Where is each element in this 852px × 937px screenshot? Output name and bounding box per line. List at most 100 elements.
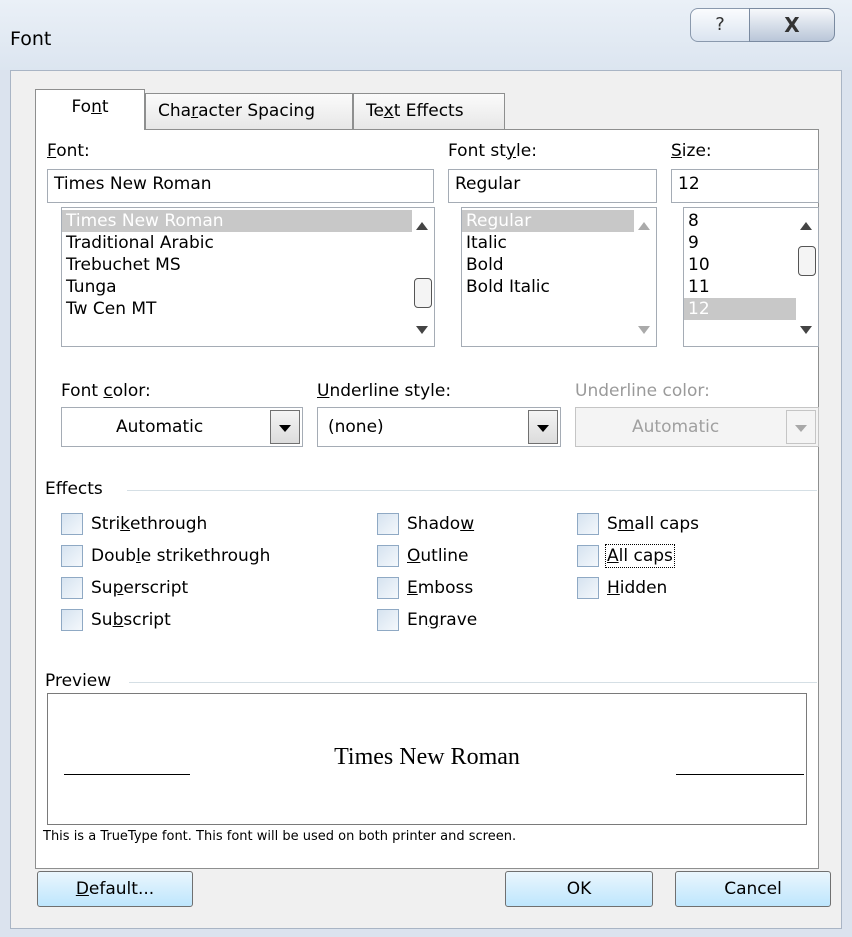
shadow-checkbox[interactable]: Shado w xyxy=(377,513,474,535)
font-color-dropdown-button[interactable] xyxy=(270,410,300,444)
checkbox-box[interactable] xyxy=(377,577,399,599)
font-style-label-a: Font st xyxy=(448,141,506,161)
checkbox-box[interactable] xyxy=(61,545,83,567)
font-list-item[interactable]: Times New Roman xyxy=(62,210,412,232)
superscript-checkbox[interactable]: Su p erscript xyxy=(61,577,188,599)
subscript-checkbox[interactable]: Su b script xyxy=(61,609,171,631)
size-input[interactable]: 12 xyxy=(671,169,819,203)
default-button-rest: efault... xyxy=(88,879,155,899)
close-button[interactable]: X xyxy=(749,8,835,42)
tab-text-effects[interactable]: Text Effects xyxy=(353,93,505,129)
font-style-list-item[interactable]: Bold Italic xyxy=(462,276,656,298)
checkbox-box[interactable] xyxy=(61,513,83,535)
font-input[interactable]: Times New Roman xyxy=(47,169,434,203)
font-info-note: This is a TrueType font. This font will … xyxy=(43,829,517,844)
checkbox-label-key: A xyxy=(607,546,619,566)
underline-style-select[interactable]: (none) xyxy=(317,407,561,447)
preview-line-right xyxy=(676,774,804,775)
ok-button[interactable]: OK xyxy=(505,871,653,907)
help-button[interactable]: ? xyxy=(690,8,750,42)
preview-box: Times New Roman xyxy=(47,693,807,825)
outline-checkbox[interactable]: Outline xyxy=(377,545,469,567)
tab-effects-label-a: Te xyxy=(366,101,384,121)
checkbox-box[interactable] xyxy=(61,609,83,631)
checkbox-label-key: E xyxy=(407,578,418,598)
checkbox-label-a: S xyxy=(607,514,618,534)
underline-style-label-rest: nderline style: xyxy=(329,381,452,401)
underline-color-select: Automatic xyxy=(575,407,819,447)
font-label: Font: xyxy=(47,141,90,161)
font-list-scrollbar[interactable] xyxy=(412,208,434,346)
checkbox-box[interactable] xyxy=(377,609,399,631)
checkbox-box[interactable] xyxy=(577,577,599,599)
tab-character-spacing[interactable]: Character Spacing xyxy=(145,93,353,129)
chevron-down-icon xyxy=(795,425,807,432)
checkbox-box[interactable] xyxy=(577,545,599,567)
font-style-list-item[interactable]: Bold xyxy=(462,254,656,276)
checkbox-label-a: Shado xyxy=(407,514,461,534)
default-button[interactable]: Default... xyxy=(37,871,193,907)
tab-effects-label-b: t Effects xyxy=(393,101,464,121)
scroll-up-icon[interactable] xyxy=(416,222,428,230)
all-caps-checkbox[interactable]: All caps xyxy=(577,544,675,568)
font-style-input[interactable]: Regular xyxy=(448,169,657,203)
underline-style-value: (none) xyxy=(328,417,384,437)
preview-text: Times New Roman xyxy=(334,744,520,770)
checkbox-box[interactable] xyxy=(577,513,599,535)
font-style-list[interactable]: Regular Italic Bold Bold Italic xyxy=(461,207,657,347)
checkbox-label-key: p xyxy=(112,578,124,598)
scroll-up-icon[interactable] xyxy=(638,222,650,230)
size-list-item[interactable]: 12 xyxy=(684,298,796,320)
font-list-item[interactable]: Tw Cen MT xyxy=(62,298,434,320)
font-list-item[interactable]: Traditional Arabic xyxy=(62,232,434,254)
effects-divider xyxy=(127,490,817,491)
font-style-list-scrollbar[interactable] xyxy=(634,208,656,346)
checkbox-box[interactable] xyxy=(61,577,83,599)
hidden-checkbox[interactable]: Hidden xyxy=(577,577,667,599)
font-color-select[interactable]: Automatic xyxy=(61,407,303,447)
font-list-item[interactable]: Trebuchet MS xyxy=(62,254,434,276)
tab-spacing-label-key: r xyxy=(191,101,199,121)
engrave-checkbox[interactable]: En g rave xyxy=(377,609,477,631)
size-list[interactable]: 8 9 10 11 12 xyxy=(683,207,819,347)
checkbox-label-b: erscript xyxy=(123,578,189,598)
font-style-list-item[interactable]: Italic xyxy=(462,232,656,254)
scroll-thumb[interactable] xyxy=(798,246,816,276)
checkbox-box[interactable] xyxy=(377,513,399,535)
checkbox-label-b: ll caps xyxy=(618,546,673,566)
scroll-thumb[interactable] xyxy=(414,278,432,308)
font-color-label: Font color: xyxy=(61,381,151,401)
tab-font-label-b: t xyxy=(101,97,109,117)
checkbox-box[interactable] xyxy=(377,545,399,567)
tab-spacing-label-b: acter Spacing xyxy=(198,101,315,121)
preview-line-left xyxy=(64,774,190,775)
strikethrough-checkbox[interactable]: Stri k ethrough xyxy=(61,513,207,535)
scroll-down-icon[interactable] xyxy=(800,326,812,334)
scroll-down-icon[interactable] xyxy=(416,326,428,334)
emboss-checkbox[interactable]: Emboss xyxy=(377,577,473,599)
font-list-item[interactable]: Tunga xyxy=(62,276,434,298)
underline-style-dropdown-button[interactable] xyxy=(528,410,558,444)
checkbox-label-a: Stri xyxy=(91,514,121,534)
checkbox-label-key: O xyxy=(407,546,421,566)
font-style-label: Font style: xyxy=(448,141,537,161)
checkbox-label-key: H xyxy=(607,578,620,598)
tab-font-label-a: Fo xyxy=(71,97,92,117)
font-list[interactable]: Times New Roman Traditional Arabic Trebu… xyxy=(61,207,435,347)
checkbox-label-b: e strikethrough xyxy=(140,546,271,566)
small-caps-checkbox[interactable]: Sm all caps xyxy=(577,513,699,535)
scroll-down-icon[interactable] xyxy=(638,326,650,334)
underline-color-label: Underline color: xyxy=(575,381,710,401)
font-style-list-item[interactable]: Regular xyxy=(462,210,634,232)
size-list-scrollbar[interactable] xyxy=(796,208,818,346)
checkbox-label-key: k xyxy=(120,514,131,534)
cancel-button[interactable]: Cancel xyxy=(675,871,831,907)
tab-effects-label-key: x xyxy=(383,101,394,121)
checkbox-label-b: mboss xyxy=(417,578,474,598)
font-color-label-b: olor: xyxy=(112,381,151,401)
checkbox-label-key: g xyxy=(428,610,440,630)
scroll-up-icon[interactable] xyxy=(800,222,812,230)
tab-font[interactable]: Font xyxy=(35,89,145,130)
double-strikethrough-checkbox[interactable]: Doub l e strikethrough xyxy=(61,545,270,567)
preview-heading: Preview xyxy=(45,671,112,691)
